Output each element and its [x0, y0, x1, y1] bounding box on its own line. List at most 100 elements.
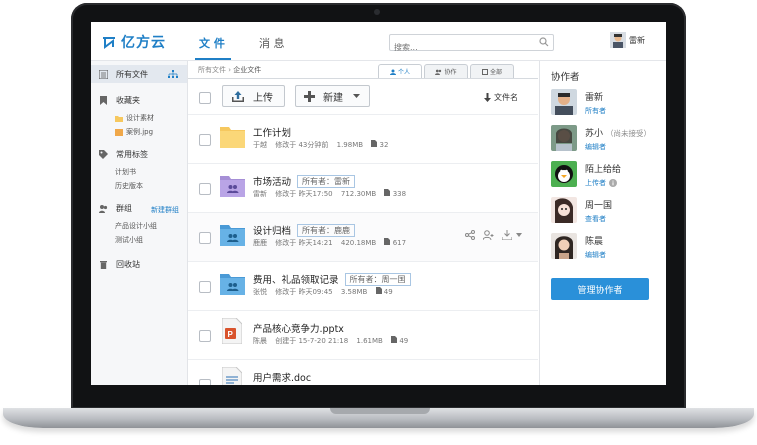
- table-row[interactable]: 用户需求.doc: [188, 359, 538, 385]
- org-tree-icon[interactable]: [168, 69, 178, 79]
- collaborators-title: 协作者: [551, 72, 580, 83]
- file-count-icon: [375, 287, 382, 294]
- collaborator-name-text: 周一国: [585, 201, 613, 211]
- sidebar-item-all-files[interactable]: 所有文件: [91, 65, 187, 83]
- download-icon[interactable]: [502, 230, 512, 240]
- collaborator-item[interactable]: 雷新 所有者: [551, 89, 606, 116]
- app-logo[interactable]: 亿方云: [101, 32, 166, 52]
- sidebar-item-favorites[interactable]: 收藏夹: [91, 91, 187, 109]
- info-icon[interactable]: [609, 179, 617, 187]
- group-item-testing[interactable]: 测试小组: [115, 235, 143, 245]
- app-screen: 亿方云 文 件 消 息 雷新 所有文件 收藏夹: [91, 22, 666, 385]
- manage-collaborators-button[interactable]: 管理协作者: [551, 278, 649, 300]
- file-size: 420.18MB: [340, 239, 377, 247]
- file-modified: 修改于 昨天17:50: [275, 190, 333, 198]
- nav-messages[interactable]: 消 息: [259, 35, 285, 51]
- select-all-checkbox[interactable]: [199, 92, 211, 104]
- sort-by-name[interactable]: 文件名: [484, 92, 518, 103]
- table-row[interactable]: 市场活动 所有者：雷新 雷新 修改于 昨天17:50 712.30MB 338: [188, 163, 538, 213]
- collaborator-name-text: 雷新: [585, 93, 604, 103]
- collaborator-name: 陈晨: [585, 234, 606, 247]
- collaborators-panel: 协作者 雷新 所有者 苏小 （尚未接受） 编辑者 陌上给给 上传者 周一国 查看…: [539, 61, 666, 385]
- collaborator-name: 苏小 （尚未接受）: [585, 126, 651, 139]
- file-name[interactable]: 用户需求.doc: [253, 370, 311, 384]
- file-count-icon: [384, 238, 391, 245]
- tab-personal[interactable]: 个人: [378, 64, 422, 78]
- collaborator-role[interactable]: 编辑者: [585, 142, 651, 152]
- file-user: 于越: [253, 141, 267, 149]
- tab-label: 全部: [489, 69, 502, 76]
- file-name[interactable]: 产品核心竞争力.pptx: [253, 321, 344, 335]
- file-name[interactable]: 费用、礼品领取记录 所有者：周一国: [253, 272, 411, 286]
- tag-item-label: 计划书: [115, 168, 136, 176]
- file-modified: 创建于 15-7-20 21:18: [275, 337, 349, 345]
- collaborator-role-text: 编辑者: [585, 143, 606, 151]
- collaborator-role-text: 编辑者: [585, 251, 606, 259]
- table-row[interactable]: 设计归档 所有者：鹿鹿 鹿鹿 修改于 昨天14:21 420.18MB 617: [188, 212, 538, 262]
- search-box[interactable]: [389, 34, 554, 55]
- file-user: 张悦: [253, 288, 267, 296]
- collaborator-role[interactable]: 编辑者: [585, 250, 606, 260]
- collaborator-role[interactable]: 查看者: [585, 214, 612, 224]
- collaborator-item[interactable]: 陌上给给 上传者: [551, 161, 621, 188]
- shared-folder-icon: [220, 225, 245, 246]
- row-checkbox[interactable]: [199, 330, 211, 342]
- file-name-text: 用户需求.doc: [253, 373, 312, 384]
- file-user: 陈晨: [253, 337, 267, 345]
- file-count-icon: [384, 189, 391, 196]
- new-button[interactable]: 新建: [295, 85, 370, 107]
- fav-item-design-assets[interactable]: 设计素材: [115, 113, 154, 123]
- row-checkbox[interactable]: [199, 232, 211, 244]
- row-checkbox[interactable]: [199, 379, 211, 385]
- file-name[interactable]: 工作计划: [253, 125, 291, 139]
- fav-item-case-jpg[interactable]: 案例.jpg: [115, 127, 153, 137]
- laptop-base: [3, 408, 754, 428]
- collaborator-role[interactable]: 上传者: [585, 178, 621, 188]
- table-row[interactable]: P 产品核心竞争力.pptx 陈晨 创建于 15-7-20 21:18 1.61…: [188, 310, 538, 360]
- upload-button[interactable]: 上传: [222, 85, 285, 107]
- collaborator-item[interactable]: 苏小 （尚未接受） 编辑者: [551, 125, 651, 152]
- search-input[interactable]: [390, 40, 538, 55]
- file-count: 32: [379, 141, 389, 149]
- sidebar-item-recycle[interactable]: 回收站: [91, 255, 187, 273]
- nav-files[interactable]: 文 件: [199, 35, 225, 51]
- tab-label: 个人: [397, 69, 410, 76]
- tag-item-plan[interactable]: 计划书: [115, 167, 136, 177]
- group-icon: [99, 204, 108, 213]
- row-checkbox[interactable]: [199, 134, 211, 146]
- file-size: 712.30MB: [340, 190, 377, 198]
- collaborator-name-text: 苏小: [585, 129, 604, 139]
- sidebar-item-tags[interactable]: 常用标签: [91, 145, 187, 163]
- search-icon[interactable]: [539, 37, 549, 47]
- file-count-icon: [371, 140, 378, 147]
- share-icon[interactable]: [465, 230, 475, 240]
- breadcrumb-root[interactable]: 所有文件: [198, 66, 226, 74]
- file-name-text: 设计归档: [253, 226, 292, 237]
- tag-item-history[interactable]: 历史版本: [115, 181, 143, 191]
- row-actions: [465, 230, 522, 240]
- collaborator-role[interactable]: 所有者: [585, 106, 606, 116]
- collaborator-item[interactable]: 陈晨 编辑者: [551, 233, 606, 260]
- row-checkbox[interactable]: [199, 281, 211, 293]
- collaborator-item[interactable]: 周一国 查看者: [551, 197, 612, 224]
- avatar: [551, 197, 577, 223]
- row-checkbox[interactable]: [199, 183, 211, 195]
- tab-all[interactable]: 全部: [470, 64, 514, 78]
- list-icon: [99, 69, 108, 79]
- table-row[interactable]: 工作计划 于越 修改于 43分钟前 1.98MB 32: [188, 114, 538, 164]
- file-meta: 鹿鹿 修改于 昨天14:21 420.18MB 617: [253, 238, 406, 248]
- user-menu[interactable]: 雷新: [610, 32, 645, 48]
- fav-item-label: 设计素材: [126, 114, 154, 122]
- add-collaborator-icon[interactable]: [483, 230, 494, 240]
- tab-collab[interactable]: 协作: [424, 64, 468, 78]
- collaborator-name: 陌上给给: [585, 162, 621, 175]
- table-row[interactable]: 费用、礼品领取记录 所有者：周一国 张悦 修改于 昨天09:45 3.58MB 4…: [188, 261, 538, 311]
- group-item-product-design[interactable]: 产品设计小组: [115, 221, 157, 231]
- tag-icon: [99, 149, 108, 159]
- file-name[interactable]: 市场活动 所有者：雷新: [253, 174, 356, 188]
- new-group-link[interactable]: 新建群组: [151, 205, 179, 215]
- group-item-label: 测试小组: [115, 236, 143, 244]
- tabs-divider: [188, 78, 538, 79]
- chevron-down-icon[interactable]: [516, 233, 522, 237]
- file-name[interactable]: 设计归档 所有者：鹿鹿: [253, 223, 356, 237]
